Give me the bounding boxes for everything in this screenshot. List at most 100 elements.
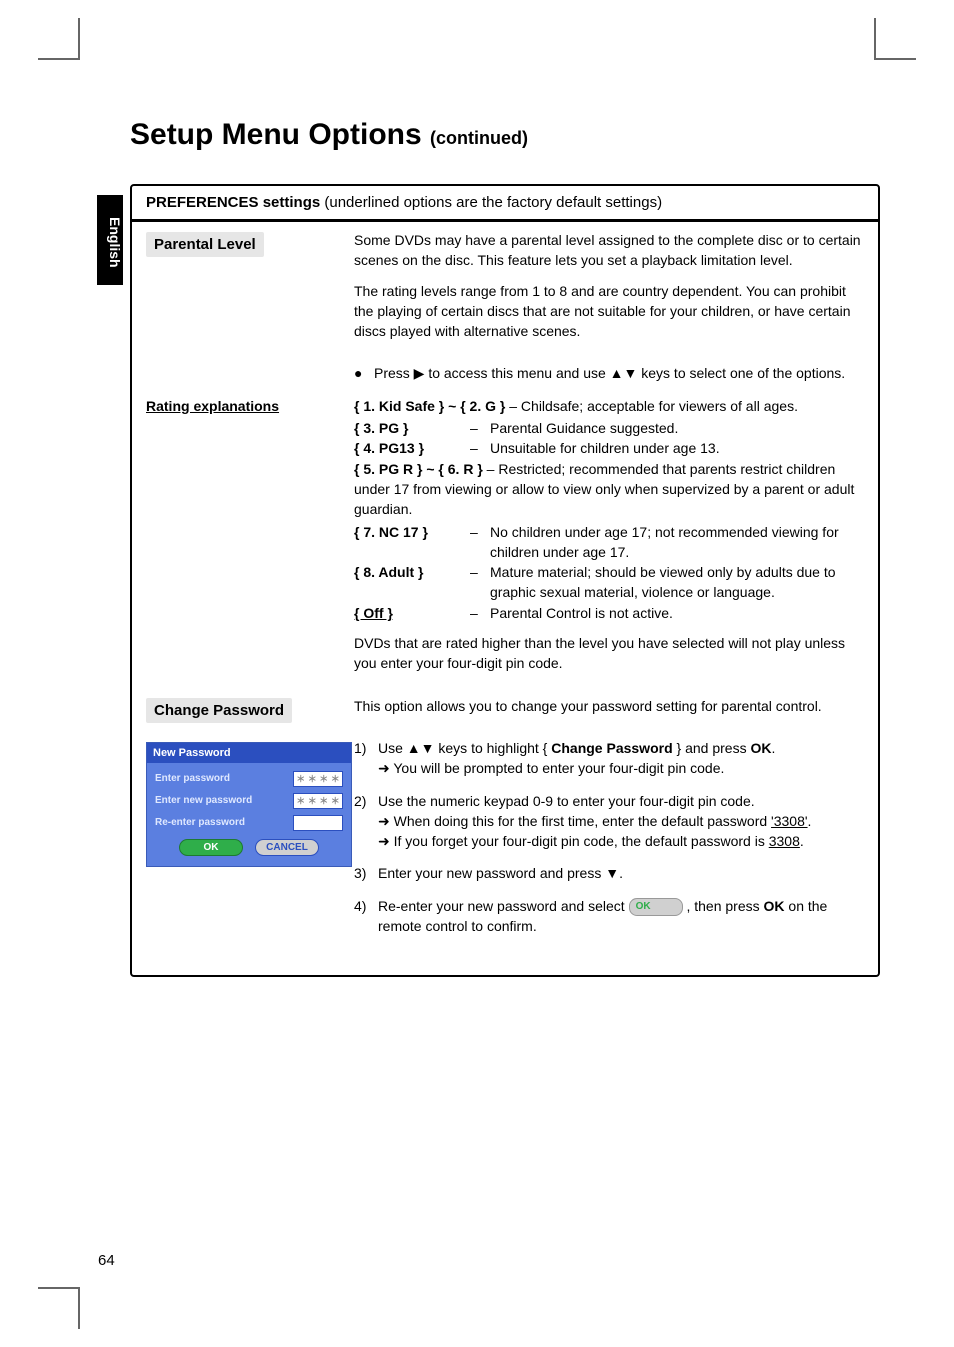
change-password-desc: This option allows you to change your pa… (354, 696, 864, 726)
rating-sep: – (470, 522, 490, 563)
step-1: 1) Use ▲▼ keys to highlight { Change Pas… (354, 738, 864, 779)
rating-2-key: { 3. PG } (354, 420, 408, 436)
panel-header-rest: (underlined options are the factory defa… (320, 194, 662, 211)
ratings-row: Rating explanations { 1. Kid Safe } ~ { … (132, 390, 878, 690)
rating-sep: – (470, 438, 490, 458)
crop-mark (874, 18, 876, 60)
dialog-input-3[interactable] (293, 815, 343, 831)
step-4a: Re-enter your new password and select (378, 898, 629, 914)
step-1d: OK (750, 740, 771, 756)
title-main: Setup Menu Options (130, 118, 422, 151)
rating-3: { 4. PG13 } – Unsuitable for children un… (354, 438, 864, 458)
step-2g: . (800, 833, 804, 849)
parental-level-label: Parental Level (146, 230, 354, 351)
panel-header: PREFERENCES settings (underlined options… (132, 186, 878, 222)
rating-2: { 3. PG } – Parental Guidance suggested. (354, 418, 864, 438)
rating-6-desc: Mature material; should be viewed only b… (490, 562, 864, 603)
parental-bullet-row: ● Press ▶ to access this menu and use ▲▼… (132, 357, 878, 389)
dialog-input-1[interactable]: ＊ ＊ ＊ ＊ (293, 771, 343, 787)
inline-ok-pill: OK (629, 898, 683, 917)
rating-sep: – (487, 461, 499, 477)
label-box: Change Password (146, 698, 292, 723)
steps-list: 1) Use ▲▼ keys to highlight { Change Pas… (354, 738, 864, 937)
page-title: Setup Menu Options (continued) (130, 118, 528, 152)
step-2a: Use the numeric keypad 0-9 to enter your… (378, 793, 755, 809)
spacer (146, 363, 354, 383)
rating-7: { Off } – Parental Control is not active… (354, 603, 864, 623)
step-1e: . (771, 740, 775, 756)
title-continued: (continued) (430, 128, 528, 148)
change-password-detail: New Password Enter password ＊ ＊ ＊ ＊ Ente… (132, 732, 878, 955)
panel-header-bold: PREFERENCES settings (146, 194, 320, 211)
rating-4: { 5. PG R } ~ { 6. R } – Restricted; rec… (354, 459, 864, 520)
crop-mark (78, 18, 80, 60)
step-1c: } and press (673, 740, 751, 756)
rating-3-desc: Unsuitable for children under age 13. (490, 438, 864, 458)
dialog-buttons: OK CANCEL (155, 839, 343, 856)
rating-1-key: { 1. Kid Safe } ~ { 2. G } (354, 398, 505, 414)
rating-7-desc: Parental Control is not active. (490, 603, 864, 623)
bullet-icon: ● (354, 363, 374, 383)
rating-1-desc: Childsafe; acceptable for viewers of all… (521, 398, 798, 414)
step-4d: OK (764, 898, 785, 914)
rating-2-desc: Parental Guidance suggested. (490, 418, 864, 438)
rating-sep: – (470, 562, 490, 603)
step-1b: Change Password (551, 740, 672, 756)
rating-6: { 8. Adult } – Mature material; should b… (354, 562, 864, 603)
dialog-row-3: Re-enter password (155, 815, 343, 831)
parental-level-row: Parental Level Some DVDs may have a pare… (132, 224, 878, 357)
crop-mark (78, 1287, 80, 1329)
ratings-note: DVDs that are rated higher than the leve… (354, 633, 864, 674)
step-1-num: 1) (354, 738, 378, 779)
rating-sep: – (470, 603, 490, 623)
language-tab: English (97, 195, 123, 285)
dialog-label-2: Enter new password (155, 795, 293, 806)
rating-5: { 7. NC 17 } – No children under age 17;… (354, 522, 864, 563)
ratings-heading-text: Rating explanations (146, 398, 279, 414)
parental-p1: Some DVDs may have a parental level assi… (354, 230, 864, 271)
ratings-list: { 1. Kid Safe } ~ { 2. G } – Childsafe; … (354, 396, 864, 684)
page-number: 64 (98, 1252, 115, 1269)
step-2d: . (808, 813, 812, 829)
change-password-row: Change Password This option allows you t… (132, 690, 878, 732)
parental-level-desc: Some DVDs may have a parental level assi… (354, 230, 864, 351)
dialog-cancel-button[interactable]: CANCEL (255, 839, 319, 856)
step-4-num: 4) (354, 896, 378, 937)
parental-p2: The rating levels range from 1 to 8 and … (354, 281, 864, 342)
rating-6-key: { 8. Adult } (354, 564, 424, 580)
dialog-col: New Password Enter password ＊ ＊ ＊ ＊ Ente… (146, 738, 354, 867)
crop-mark (38, 1287, 80, 1289)
step-3-text: Enter your new password and press ▼. (378, 863, 864, 883)
crop-mark (38, 58, 80, 60)
rating-4-key: { 5. PG R } ~ { 6. R } (354, 461, 483, 477)
step-2f: 3308 (769, 833, 800, 849)
dialog-row-1: Enter password ＊ ＊ ＊ ＊ (155, 771, 343, 787)
password-dialog: New Password Enter password ＊ ＊ ＊ ＊ Ente… (146, 742, 352, 867)
dialog-ok-button[interactable]: OK (179, 839, 243, 856)
label-box: Parental Level (146, 232, 264, 257)
rating-key: { 1. Kid Safe } ~ { 2. G } (354, 398, 505, 414)
rating-5-desc: No children under age 17; not recommende… (490, 522, 864, 563)
step-1a: Use ▲▼ keys to highlight { (378, 740, 551, 756)
rating-sep: – (509, 398, 521, 414)
step-2e: ➜ If you forget your four-digit pin code… (378, 833, 769, 849)
preferences-panel: PREFERENCES settings (underlined options… (130, 184, 880, 977)
step-2-num: 2) (354, 791, 378, 852)
dialog-label-3: Re-enter password (155, 817, 293, 828)
step-2: 2) Use the numeric keypad 0-9 to enter y… (354, 791, 864, 852)
parental-bullet-text: Press ▶ to access this menu and use ▲▼ k… (374, 363, 864, 383)
inline-ok-text: OK (636, 901, 651, 912)
step-2b: ➜ When doing this for the first time, en… (378, 813, 771, 829)
step-3-num: 3) (354, 863, 378, 883)
parental-bullet: ● Press ▶ to access this menu and use ▲▼… (354, 363, 864, 383)
dialog-input-2[interactable]: ＊ ＊ ＊ ＊ (293, 793, 343, 809)
rating-sep: – (470, 418, 490, 438)
rating-3-key: { 4. PG13 } (354, 440, 424, 456)
crop-mark (874, 58, 916, 60)
rating-1: { 1. Kid Safe } ~ { 2. G } – Childsafe; … (354, 396, 864, 416)
steps-col: 1) Use ▲▼ keys to highlight { Change Pas… (354, 738, 864, 949)
dialog-body: Enter password ＊ ＊ ＊ ＊ Enter new passwor… (147, 763, 351, 866)
change-desc: This option allows you to change your pa… (354, 696, 864, 716)
step-1f: ➜ You will be prompted to enter your fou… (378, 760, 724, 776)
ratings-heading: Rating explanations (146, 396, 354, 684)
